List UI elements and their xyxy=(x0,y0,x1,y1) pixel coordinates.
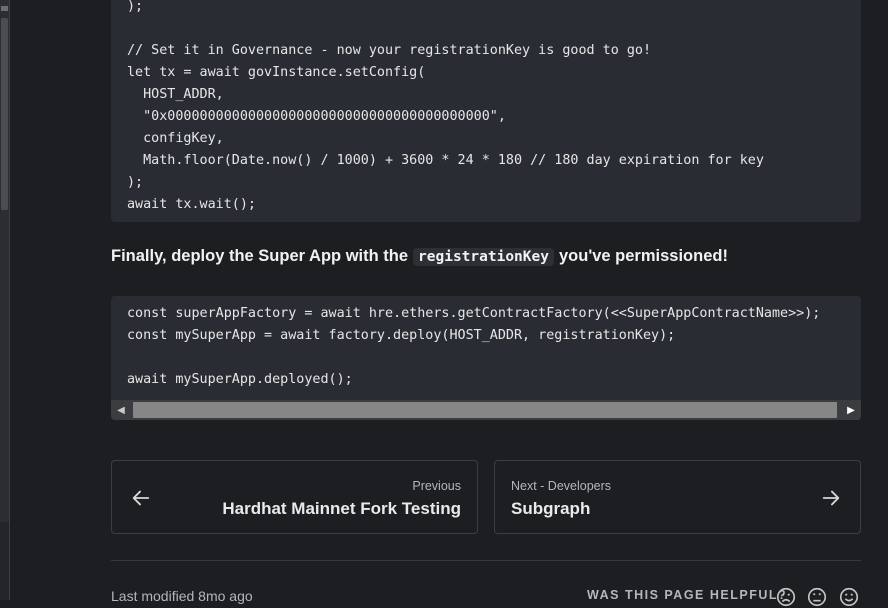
previous-page-link[interactable]: Previous Hardhat Mainnet Fork Testing xyxy=(111,460,478,534)
horizontal-scrollbar[interactable]: ◀ ▶ xyxy=(111,400,861,420)
last-modified-text: Last modified 8mo ago xyxy=(111,588,253,604)
neutral-face-icon[interactable] xyxy=(806,586,828,608)
scroll-up-arrow[interactable] xyxy=(1,6,8,11)
callout-text-after: you've permissioned! xyxy=(558,247,728,265)
footer-divider xyxy=(111,560,861,561)
arrow-right-icon xyxy=(822,490,840,506)
previous-title: Hardhat Mainnet Fork Testing xyxy=(222,499,461,518)
scroll-track-lower xyxy=(0,522,9,600)
scroll-right-icon[interactable]: ▶ xyxy=(841,400,861,420)
code-text: ); // Set it in Governance - now your re… xyxy=(127,0,764,212)
next-label: Next - Developers xyxy=(511,479,612,493)
sad-face-icon[interactable] xyxy=(775,586,797,608)
deploy-instruction: Finally, deploy the Super App with the r… xyxy=(111,247,728,266)
left-scrollbar[interactable] xyxy=(0,0,10,600)
code-block-deploy: const superAppFactory = await hre.ethers… xyxy=(111,296,861,420)
callout-text-before: Finally, deploy the Super App with the xyxy=(111,247,409,265)
happy-face-icon[interactable] xyxy=(838,586,860,608)
scroll-left-icon[interactable]: ◀ xyxy=(111,400,131,420)
next-page-link[interactable]: Next - Developers Subgraph xyxy=(494,460,861,534)
scroll-thumb[interactable] xyxy=(133,402,837,418)
scroll-track[interactable] xyxy=(131,400,841,420)
code-block-governance: ); // Set it in Governance - now your re… xyxy=(111,0,861,222)
arrow-left-icon xyxy=(132,490,150,506)
next-title: Subgraph xyxy=(511,499,591,518)
code-text: const superAppFactory = await hre.ethers… xyxy=(127,306,821,387)
scroll-thumb[interactable] xyxy=(1,18,8,210)
inline-code-registration-key: registrationKey xyxy=(413,247,554,266)
previous-label: Previous xyxy=(412,479,461,493)
